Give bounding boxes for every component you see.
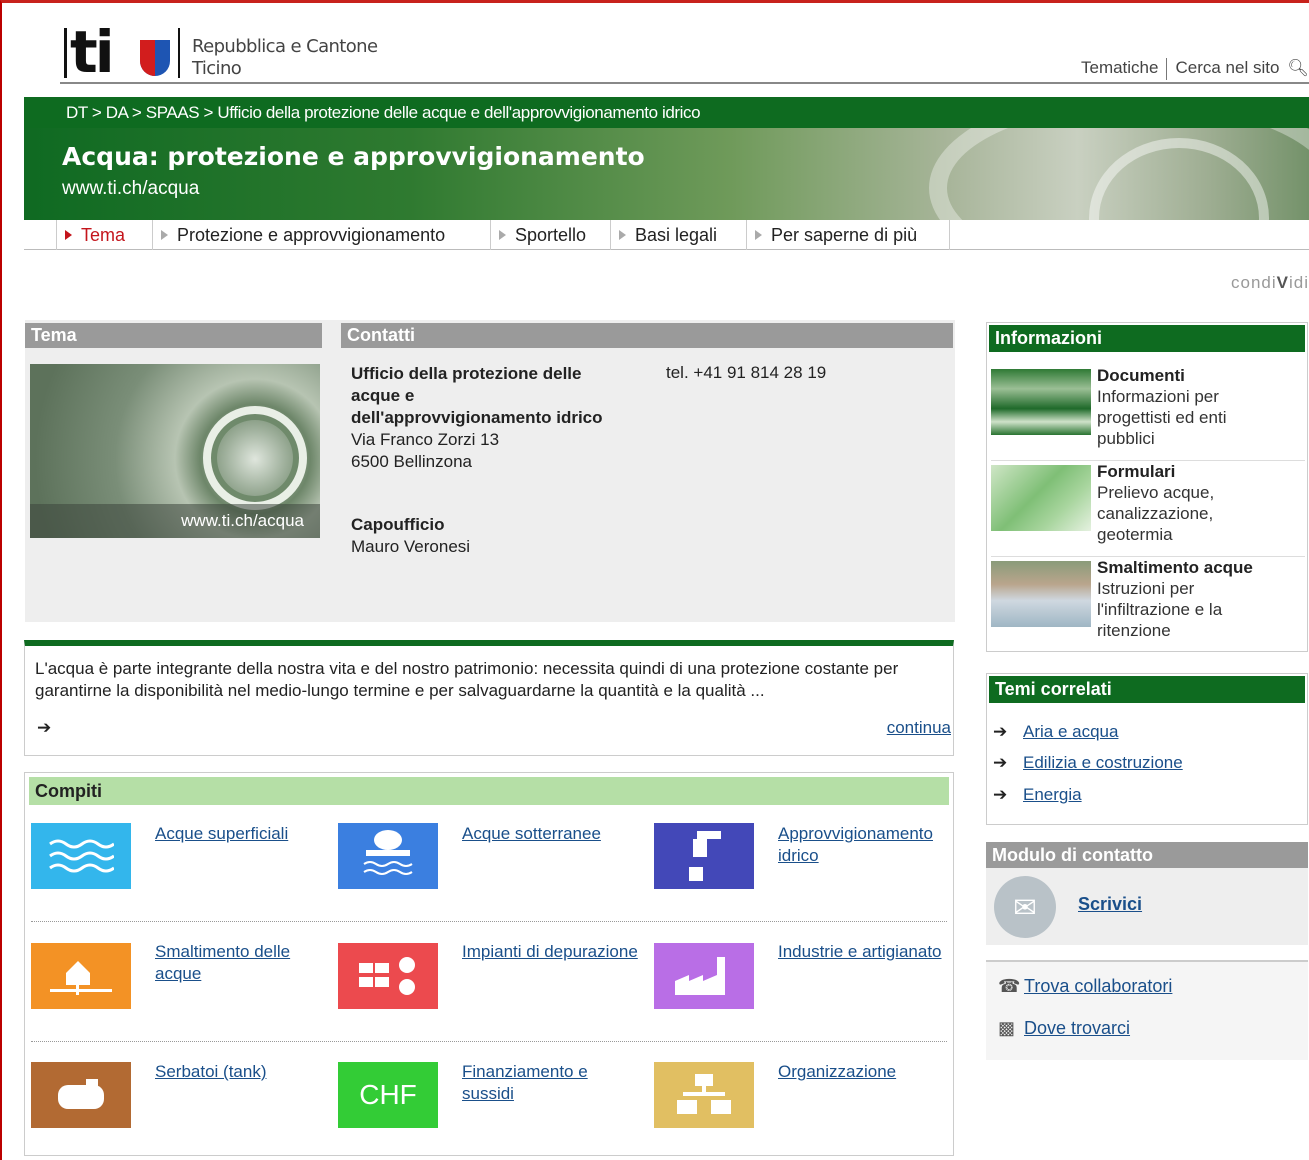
modulo-heading: Modulo di contatto bbox=[986, 842, 1308, 868]
bus-icon: ▩ bbox=[998, 1018, 1016, 1038]
house-drain-icon[interactable] bbox=[31, 943, 131, 1009]
scrivici-link[interactable]: Scrivici bbox=[1078, 894, 1142, 915]
compiti-panel: Compiti Acque superficiali Acque sotterr… bbox=[24, 772, 954, 1156]
tank-icon[interactable] bbox=[31, 1062, 131, 1128]
arrow-icon: ➔ bbox=[993, 785, 1008, 804]
extra-item: ▩ Dove trovarci bbox=[998, 1018, 1130, 1039]
tab-basi-legali[interactable]: Basi legali bbox=[610, 220, 746, 250]
contatti-heading: Contatti bbox=[341, 323, 953, 348]
banner: Acqua: protezione e approvvigionamento w… bbox=[24, 128, 1309, 220]
contact-phone: tel. +41 91 814 28 19 bbox=[666, 363, 827, 382]
info-item-documenti[interactable]: Documenti Informazioni per progettisti e… bbox=[991, 365, 1305, 461]
tap-icon[interactable] bbox=[654, 823, 754, 889]
share-widget[interactable]: condiVidi bbox=[1231, 273, 1309, 293]
main-nav: Tema Protezione e approvvigionamento Spo… bbox=[24, 220, 1309, 250]
link-approvvigionamento[interactable]: Approvvigionamento idrico bbox=[778, 823, 958, 867]
contact-form-panel: Modulo di contatto ✉ Scrivici bbox=[986, 842, 1308, 945]
drainage-thumbnail bbox=[991, 561, 1091, 627]
documents-thumbnail bbox=[991, 369, 1091, 435]
link-smaltimento[interactable]: Smaltimento delle acque bbox=[155, 941, 335, 985]
link-edilizia[interactable]: Edilizia e costruzione bbox=[1023, 753, 1183, 772]
canton-logo[interactable]: ti Repubblica e Cantone Ticino bbox=[60, 18, 380, 86]
tab-tema[interactable]: Tema bbox=[56, 220, 152, 250]
info-item-formulari[interactable]: Formulari Prelievo acque, canalizzazione… bbox=[991, 461, 1305, 557]
tema-heading: Tema bbox=[25, 323, 322, 348]
related-item: ➔ Edilizia e costruzione bbox=[993, 753, 1183, 773]
arrow-icon: ➔ bbox=[993, 753, 1008, 772]
canton-shield-icon bbox=[140, 40, 170, 76]
link-aria-acqua[interactable]: Aria e acqua bbox=[1023, 722, 1118, 741]
link-impianti[interactable]: Impianti di depurazione bbox=[462, 941, 642, 963]
envelope-icon[interactable]: ✉ bbox=[994, 876, 1056, 938]
link-acque-superficiali[interactable]: Acque superficiali bbox=[155, 823, 335, 845]
tema-image-caption: www.ti.ch/acqua bbox=[30, 504, 320, 538]
link-energia[interactable]: Energia bbox=[1023, 785, 1082, 804]
arrow-icon: ➔ bbox=[993, 722, 1008, 741]
header-divider bbox=[60, 82, 1309, 84]
breadcrumb[interactable]: DT > DA > SPAAS > Ufficio della protezio… bbox=[24, 97, 1309, 128]
link-organizzazione[interactable]: Organizzazione bbox=[778, 1061, 958, 1083]
tab-protezione[interactable]: Protezione e approvvigionamento bbox=[152, 220, 490, 250]
link-trova-collaboratori[interactable]: Trova collaboratori bbox=[1024, 976, 1172, 996]
logo-subtitle: Repubblica e Cantone Ticino bbox=[192, 36, 378, 79]
continua-link[interactable]: continua bbox=[887, 718, 951, 738]
org-chart-icon[interactable] bbox=[654, 1062, 754, 1128]
intro-text: L'acqua è parte integrante della nostra … bbox=[35, 659, 899, 700]
info-item-smaltimento[interactable]: Smaltimento acque Istruzioni per l'infil… bbox=[991, 557, 1305, 649]
tab-per-saperne[interactable]: Per saperne di più bbox=[746, 220, 950, 250]
extra-links: ☎ Trova collaboratori ▩ Dove trovarci bbox=[986, 960, 1308, 1060]
waves-icon[interactable] bbox=[31, 823, 131, 889]
treatment-plant-icon[interactable] bbox=[338, 943, 438, 1009]
informazioni-heading: Informazioni bbox=[989, 325, 1305, 352]
page-title: Acqua: protezione e approvvigionamento bbox=[62, 142, 645, 171]
factory-icon[interactable] bbox=[654, 943, 754, 1009]
link-cerca[interactable]: Cerca nel sito bbox=[1167, 58, 1287, 77]
related-item: ➔ Energia bbox=[993, 785, 1082, 805]
top-links: Tematiche Cerca nel sito 🔍︎ bbox=[1073, 58, 1309, 80]
chief-info: Capoufficio Mauro Veronesi bbox=[351, 515, 471, 556]
logo-bar bbox=[178, 28, 180, 78]
link-industrie[interactable]: Industrie e artigianato bbox=[778, 941, 958, 963]
tab-sportello[interactable]: Sportello bbox=[490, 220, 610, 250]
logo-ti: ti bbox=[70, 18, 115, 86]
contact-address: Ufficio della protezione delle acque e d… bbox=[351, 364, 603, 471]
link-dove-trovarci[interactable]: Dove trovarci bbox=[1024, 1018, 1130, 1038]
drain-icon bbox=[203, 406, 307, 510]
logo-bar bbox=[64, 28, 67, 78]
tema-image[interactable]: www.ti.ch/acqua bbox=[30, 364, 320, 538]
groundwater-icon[interactable] bbox=[338, 823, 438, 889]
compiti-heading: Compiti bbox=[29, 777, 949, 805]
link-tematiche[interactable]: Tematiche bbox=[1073, 58, 1166, 77]
divider bbox=[31, 1041, 947, 1042]
phone-icon: ☎ bbox=[998, 976, 1021, 996]
chf-icon[interactable]: CHF bbox=[338, 1062, 438, 1128]
temi-correlati-heading: Temi correlati bbox=[989, 676, 1305, 703]
extra-item: ☎ Trova collaboratori bbox=[998, 976, 1172, 997]
search-icon[interactable]: 🔍︎ bbox=[1287, 58, 1309, 77]
arrow-icon: ➔ bbox=[37, 718, 52, 737]
link-acque-sotterranee[interactable]: Acque sotterranee bbox=[462, 823, 642, 845]
intro-box: L'acqua è parte integrante della nostra … bbox=[24, 640, 954, 756]
banner-url: www.ti.ch/acqua bbox=[62, 178, 200, 199]
informazioni-panel: Informazioni Documenti Informazioni per … bbox=[986, 322, 1308, 652]
forms-thumbnail bbox=[991, 465, 1091, 531]
link-finanziamento[interactable]: Finanziamento e sussidi bbox=[462, 1061, 642, 1105]
link-serbatoi[interactable]: Serbatoi (tank) bbox=[155, 1061, 335, 1083]
related-item: ➔ Aria e acqua bbox=[993, 722, 1118, 742]
temi-correlati-panel: Temi correlati ➔ Aria e acqua ➔ Edilizia e… bbox=[986, 673, 1308, 825]
divider bbox=[31, 921, 947, 922]
